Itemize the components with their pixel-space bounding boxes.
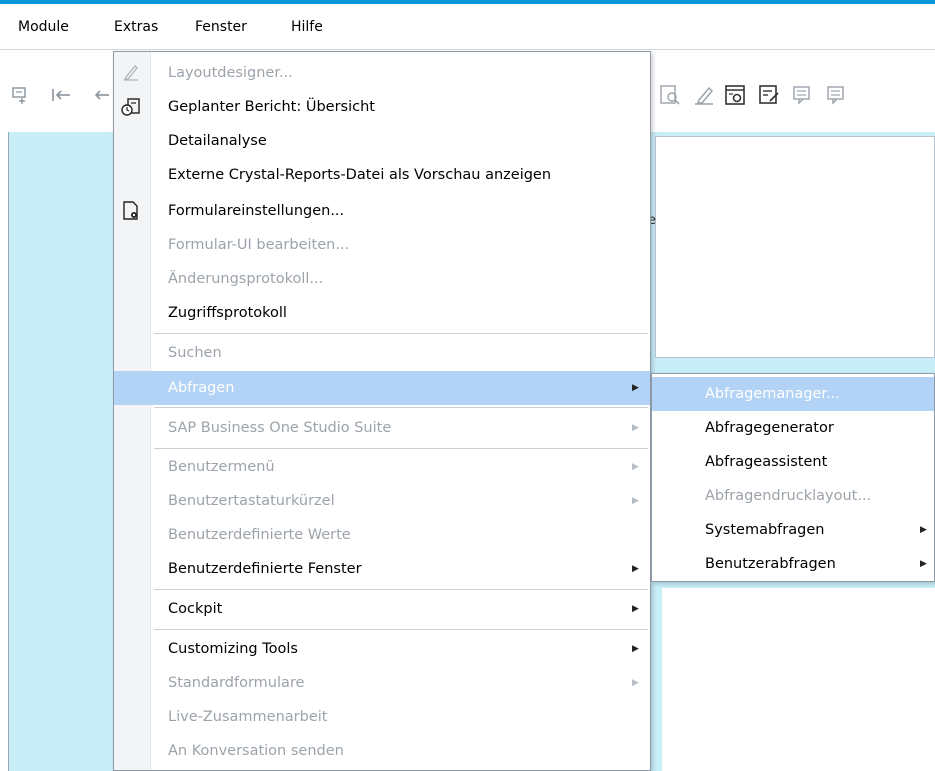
menu-separator [154,448,648,449]
submenu-arrow-icon: ▶ [920,525,927,535]
submenu-arrow-icon: ▶ [632,564,639,574]
menu-module[interactable]: Module [16,4,71,50]
submenu-arrow-icon: ▶ [632,383,639,393]
form-edit-icon[interactable] [758,84,780,106]
submenu-item-abfragendrucklayout[interactable]: Abfragendrucklayout... [652,479,934,513]
menu-item-formular-ui-bearbeiten[interactable]: Formular-UI bearbeiten... [114,228,650,262]
submenu-item-systemabfragen[interactable]: Systemabfragen ▶ [652,513,934,547]
submenu-item-abfragegenerator[interactable]: Abfragegenerator [652,411,934,445]
message-icon[interactable] [791,84,813,106]
menu-item-studio-suite[interactable]: SAP Business One Studio Suite ▶ [114,411,650,445]
menu-bar: Module Extras Fenster Hilfe [0,4,935,50]
abfragen-submenu: Abfragemanager... Abfragegenerator Abfra… [651,373,935,582]
previous-record-icon[interactable] [90,84,109,106]
menu-item-benutzermenue[interactable]: Benutzermenü ▶ [114,450,650,484]
menu-item-live-zusammenarbeit[interactable]: Live-Zusammenarbeit [114,700,650,734]
submenu-arrow-icon: ▶ [632,496,639,506]
menu-fenster[interactable]: Fenster [193,4,249,50]
submenu-item-abfragemanager[interactable]: Abfragemanager... [652,377,934,411]
menu-item-detailanalyse[interactable]: Detailanalyse [114,124,650,158]
menu-item-benutzerdefinierte-werte[interactable]: Benutzerdefinierte Werte [114,518,650,552]
menu-item-customizing-tools[interactable]: Customizing Tools ▶ [114,632,650,666]
submenu-arrow-icon: ▶ [632,462,639,472]
submenu-arrow-icon: ▶ [632,644,639,654]
menu-item-standardformulare[interactable]: Standardformulare ▶ [114,666,650,700]
menu-hilfe[interactable]: Hilfe [289,4,325,50]
form-settings-icon [120,200,142,222]
menu-separator [154,407,648,408]
submenu-arrow-icon: ▶ [632,678,639,688]
menu-item-cockpit[interactable]: Cockpit ▶ [114,592,650,626]
edit-pencil-icon[interactable] [693,84,715,106]
left-window-edge [0,132,9,771]
menu-separator [154,589,648,590]
menu-item-aenderungsprotokoll[interactable]: Änderungsprotokoll... [114,262,650,296]
form-settings-toolbar-icon[interactable] [724,84,746,106]
menu-item-benutzerdefinierte-fenster[interactable]: Benutzerdefinierte Fenster ▶ [114,552,650,586]
submenu-item-abfrageassistent[interactable]: Abfrageassistent [652,445,934,479]
menu-item-abfragen[interactable]: Abfragen ▶ [114,371,650,405]
submenu-arrow-icon: ▶ [920,559,927,569]
submenu-arrow-icon: ▶ [632,423,639,433]
menu-separator [154,333,648,334]
menu-separator [154,629,648,630]
submenu-item-benutzerabfragen[interactable]: Benutzerabfragen ▶ [652,547,934,581]
background-form-panel [655,136,935,358]
menu-item-formulareinstellungen[interactable]: Formulareinstellungen... [114,194,650,228]
submenu-arrow-icon: ▶ [632,604,639,614]
menu-item-zugriffsprotokoll[interactable]: Zugriffsprotokoll [114,296,650,330]
add-row-icon[interactable] [8,84,26,106]
menu-item-geplanter-bericht[interactable]: Geplanter Bericht: Übersicht [114,90,650,124]
menu-item-layoutdesigner[interactable]: Layoutdesigner... [114,56,650,90]
scheduled-report-icon [120,96,142,118]
menu-item-suchen[interactable]: Suchen [114,336,650,370]
extras-dropdown-menu: Layoutdesigner... Geplanter Bericht: Übe… [113,51,651,771]
menu-item-an-konversation-senden[interactable]: An Konversation senden [114,734,650,768]
pencil-icon [120,62,142,84]
preview-icon[interactable] [659,84,681,106]
menu-item-benutzertastaturkuerzel[interactable]: Benutzertastaturkürzel ▶ [114,484,650,518]
message-reply-icon[interactable] [825,84,847,106]
menu-extras[interactable]: Extras [112,4,160,50]
first-record-icon[interactable] [50,84,72,106]
menu-item-crystal-reports-preview[interactable]: Externe Crystal-Reports-Datei als Vorsch… [114,158,650,192]
background-form-panel-lower [662,588,935,771]
